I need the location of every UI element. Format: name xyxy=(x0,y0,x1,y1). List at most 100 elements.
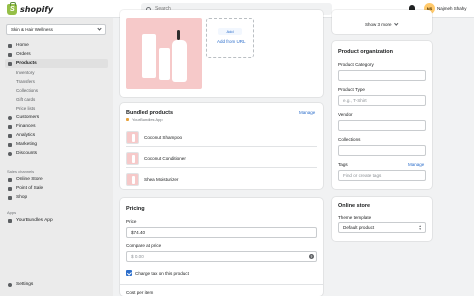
collections-input[interactable] xyxy=(338,145,426,156)
app-name: YourBundles App xyxy=(132,117,163,122)
vendor-input[interactable] xyxy=(338,120,426,131)
price-label: Price xyxy=(126,219,137,224)
target-icon xyxy=(8,142,12,147)
sidebar-item-orders[interactable]: Orders xyxy=(0,50,113,59)
discount-icon xyxy=(8,151,12,156)
product-image[interactable] xyxy=(126,18,202,89)
sidebar-subitem-transfers[interactable]: Transfers xyxy=(0,77,113,86)
product-organization-title: Product organization xyxy=(338,49,393,55)
orders-icon xyxy=(8,52,12,57)
chevron-down-icon xyxy=(97,26,102,31)
user-name[interactable]: Najmeh Shahy xyxy=(437,6,467,11)
sidebar-item-customers[interactable]: Customers xyxy=(0,113,113,122)
app-attribution: YourBundles App xyxy=(126,117,163,122)
help-icon[interactable]: ? xyxy=(309,254,314,259)
main-nav: Home Orders Products Inventory Transfers… xyxy=(0,41,113,158)
bundle-item-name: Coconut Conditioner xyxy=(144,155,186,161)
bank-icon xyxy=(8,124,12,129)
sidebar-item-label: Marketing xyxy=(16,142,38,147)
sidebar-item-settings[interactable]: Settings xyxy=(0,280,113,289)
charge-tax-label: Charge tax on this product xyxy=(135,270,189,276)
list-item[interactable]: Coconut Conditioner xyxy=(126,151,186,165)
list-item[interactable]: Coconut Shampoo xyxy=(126,130,182,144)
theme-template-select[interactable]: Default product ▴ ▾ xyxy=(338,222,426,233)
divider xyxy=(126,146,317,147)
sidebar-item-discounts[interactable]: Discounts xyxy=(0,149,113,158)
store-selector[interactable]: Skin & Hair Wellness xyxy=(6,24,106,35)
sidebar-item-finances[interactable]: Finances xyxy=(0,122,113,131)
divider xyxy=(120,284,323,285)
product-category-input[interactable] xyxy=(338,70,426,81)
sidebar-item-point-of-sale[interactable]: Point of Sale xyxy=(0,184,113,193)
compare-price-input[interactable]: $ 0.00 xyxy=(126,251,317,262)
sidebar-item-label: Customers xyxy=(16,115,40,120)
list-item[interactable]: Shea Moisturizer xyxy=(126,172,178,186)
theme-template-label: Theme template xyxy=(338,215,372,220)
sidebar-item-label: Shop xyxy=(16,195,28,200)
compare-price-label: Compare at price xyxy=(126,243,162,248)
store-name: Skin & Hair Wellness xyxy=(11,27,53,32)
tag-icon xyxy=(8,61,12,66)
add-from-url-link[interactable]: Add from URL xyxy=(217,39,246,44)
sidebar-item-yourbundles-app[interactable]: YourBundles App xyxy=(0,216,113,225)
sidebar-subitem-collections[interactable]: Collections xyxy=(0,86,113,95)
home-icon xyxy=(8,43,12,48)
sidebar-item-label: Settings xyxy=(16,282,34,287)
store-icon xyxy=(8,177,12,182)
bundled-manage-link[interactable]: Manage xyxy=(299,110,315,115)
gear-icon xyxy=(8,282,12,287)
pricing-title: Pricing xyxy=(126,206,145,212)
app-icon xyxy=(8,218,12,223)
product-thumbnail xyxy=(126,172,139,186)
sidebar-item-label: YourBundles App xyxy=(16,218,53,223)
bundled-products-title: Bundled products xyxy=(126,110,174,116)
shopify-bag-icon: S xyxy=(7,1,17,15)
bar-chart-icon xyxy=(8,133,12,138)
collections-label: Collections xyxy=(338,137,361,142)
sidebar: Skin & Hair Wellness Home Orders Product… xyxy=(0,18,113,296)
tags-label: Tags xyxy=(338,162,348,167)
online-store-title: Online store xyxy=(338,203,371,209)
sidebar-item-shop[interactable]: Shop xyxy=(0,193,113,202)
tags-input[interactable]: Find or create tags xyxy=(338,170,426,181)
charge-tax-checkbox[interactable] xyxy=(126,270,132,276)
product-type-input[interactable]: e.g., T-Shirt xyxy=(338,95,426,106)
product-type-label: Product Type xyxy=(338,87,365,92)
app-icon xyxy=(126,118,129,121)
tags-manage-link[interactable]: Manage xyxy=(408,162,424,167)
sidebar-item-home[interactable]: Home xyxy=(0,41,113,50)
apps-label: Apps xyxy=(7,210,17,215)
settings-nav: Settings xyxy=(0,280,113,289)
show-more-button[interactable]: Show 3 more xyxy=(365,21,398,27)
sidebar-item-label: Discounts xyxy=(16,151,38,156)
sidebar-subitem-gift-cards[interactable]: Gift cards xyxy=(0,95,113,104)
media-dropzone[interactable] xyxy=(206,18,254,58)
bundle-item-name: Shea Moisturizer xyxy=(144,176,179,182)
sidebar-item-online-store[interactable]: Online Store xyxy=(0,175,113,184)
sidebar-item-label: Finances xyxy=(16,124,36,129)
sidebar-item-label: Products xyxy=(16,61,37,66)
bundle-item-name: Coconut Shampoo xyxy=(144,134,183,140)
sidebar-item-label: Point of Sale xyxy=(16,186,44,191)
add-media-button[interactable]: Add xyxy=(218,28,242,35)
theme-template-value: Default product xyxy=(343,225,375,230)
product-thumbnail xyxy=(126,151,139,165)
product-category-label: Product Category xyxy=(338,62,374,67)
sidebar-item-label: Orders xyxy=(16,52,31,57)
sidebar-item-analytics[interactable]: Analytics xyxy=(0,131,113,140)
divider xyxy=(126,167,317,168)
cost-per-item-label: Cost per item xyxy=(126,290,154,295)
price-input[interactable]: $74.40 xyxy=(126,227,317,238)
shop-bag-icon xyxy=(8,195,12,200)
shopify-logo[interactable]: S shopify xyxy=(7,1,53,15)
sidebar-item-label: Home xyxy=(16,43,29,48)
pump-shape xyxy=(177,30,180,40)
sales-channels-nav: Online Store Point of Sale Shop xyxy=(0,175,113,202)
sidebar-item-marketing[interactable]: Marketing xyxy=(0,140,113,149)
sales-channels-label: Sales channels xyxy=(7,169,35,174)
show-more-label: Show 3 more xyxy=(365,22,392,27)
sidebar-subitem-inventory[interactable]: Inventory xyxy=(0,68,113,77)
sidebar-subitem-price-lists[interactable]: Price lists xyxy=(0,104,113,113)
pos-icon xyxy=(8,186,12,191)
sidebar-item-products[interactable]: Products xyxy=(5,59,108,68)
